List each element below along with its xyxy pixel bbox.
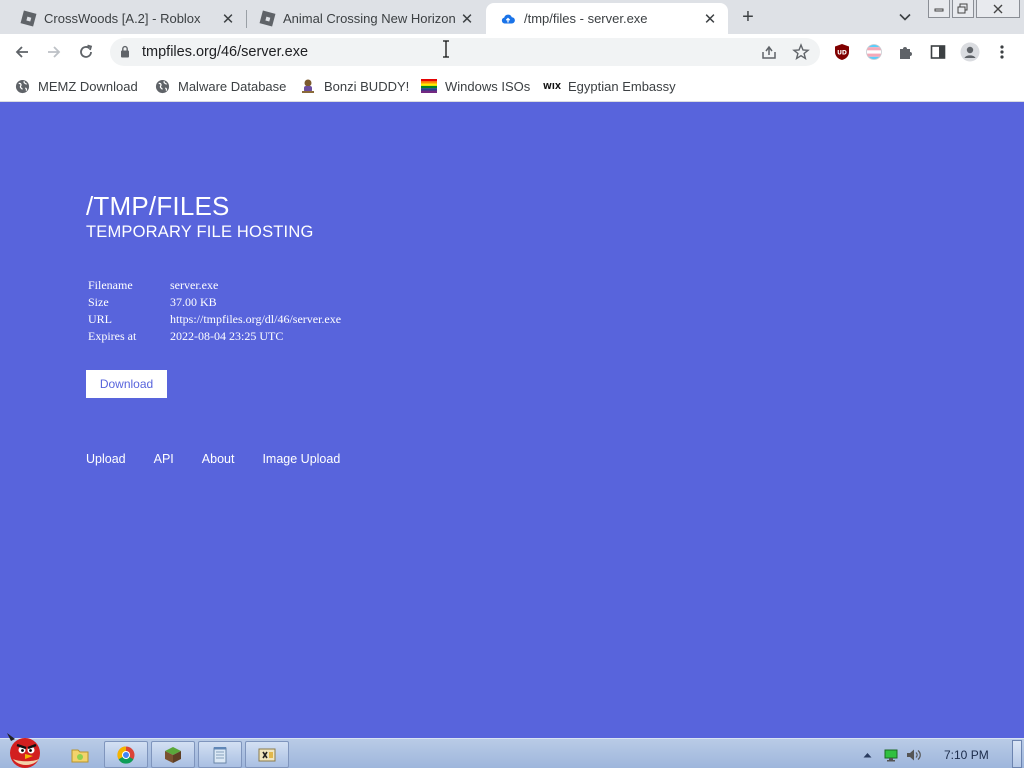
- file-url-link[interactable]: https://tmpfiles.org/dl/46/server.exe: [170, 311, 341, 328]
- grass-block-icon: [165, 746, 181, 763]
- bookmark-label: Bonzi BUDDY!: [324, 78, 410, 94]
- menu-kebab-icon[interactable]: [989, 39, 1015, 65]
- close-icon[interactable]: ✕: [218, 9, 238, 29]
- bookmark-memz-download[interactable]: MEMZ Download: [14, 76, 138, 96]
- tab-tmpfiles[interactable]: /tmp/files - server.exe ✕: [486, 3, 728, 34]
- ublock-icon[interactable]: UD: [829, 39, 855, 65]
- info-value: server.exe: [170, 278, 219, 292]
- tab-strip: CrossWoods [A.2] - Roblox ✕ Animal Cross…: [0, 0, 1024, 34]
- taskbar: 7:10 PM: [0, 733, 1024, 768]
- info-key: Filename: [88, 278, 133, 292]
- start-button-angry-bird-icon[interactable]: [2, 731, 50, 768]
- url-text[interactable]: tmpfiles.org/46/server.exe: [142, 44, 308, 60]
- info-key: URL: [88, 312, 112, 326]
- bonzi-icon: [300, 78, 316, 94]
- download-button[interactable]: Download: [86, 370, 167, 398]
- footer-nav: Upload API About Image Upload: [86, 452, 368, 466]
- info-value: 2022-08-04 23:25 UTC: [170, 329, 284, 343]
- tray-expand-arrow-icon[interactable]: [860, 741, 874, 768]
- wix-icon: WIX: [543, 81, 561, 91]
- rainbow-flag-icon: [421, 78, 437, 94]
- minimize-button[interactable]: [928, 0, 950, 18]
- notepad-icon: [213, 746, 227, 763]
- taskbar-chrome-button[interactable]: [104, 741, 148, 768]
- bookmark-label: Windows ISOs: [445, 78, 531, 94]
- app-window-icon: [258, 748, 276, 761]
- share-icon[interactable]: [760, 43, 778, 66]
- bookmark-windows-isos[interactable]: Windows ISOs: [421, 76, 530, 96]
- globe-icon: [14, 78, 30, 94]
- site-subtitle: TEMPORARY FILE HOSTING: [86, 223, 314, 241]
- info-key: Expires at: [88, 329, 137, 343]
- footer-link-api[interactable]: API: [154, 452, 174, 466]
- restore-button[interactable]: [952, 0, 974, 18]
- folder-icon[interactable]: [68, 741, 92, 768]
- bookmark-label: Egyptian Embassy: [568, 78, 676, 94]
- taskbar-minecraft-button[interactable]: [151, 741, 195, 768]
- tab-title: CrossWoods [A.2] - Roblox: [44, 11, 201, 26]
- file-info-table: Filename server.exe Size 37.00 KB URL ht…: [88, 277, 341, 345]
- back-button[interactable]: [9, 39, 35, 65]
- close-icon[interactable]: ✕: [457, 9, 477, 29]
- taskbar-notepad-button[interactable]: [198, 741, 242, 768]
- globe-icon: [154, 78, 170, 94]
- table-row: URL https://tmpfiles.org/dl/46/server.ex…: [88, 311, 341, 328]
- trans-flag-extension-icon[interactable]: [861, 39, 887, 65]
- network-tray-icon[interactable]: [881, 741, 901, 768]
- table-row: Filename server.exe: [88, 277, 341, 294]
- extensions-puzzle-icon[interactable]: [893, 39, 919, 65]
- chrome-icon: [117, 745, 135, 764]
- footer-link-upload[interactable]: Upload: [86, 452, 126, 466]
- side-panel-icon[interactable]: [925, 39, 951, 65]
- close-window-button[interactable]: [976, 0, 1020, 18]
- taskbar-app-button[interactable]: [245, 741, 289, 768]
- svg-text:UD: UD: [837, 50, 847, 57]
- info-value: 37.00 KB: [170, 295, 217, 309]
- reload-button[interactable]: [73, 39, 99, 65]
- page-content: /TMP/FILES TEMPORARY FILE HOSTING Filena…: [0, 103, 1024, 738]
- profile-avatar-icon[interactable]: [957, 39, 983, 65]
- bookmark-label: MEMZ Download: [38, 78, 138, 94]
- roblox-icon: [259, 10, 275, 27]
- bookmark-bonzi-buddy[interactable]: Bonzi BUDDY!: [300, 76, 409, 96]
- tab-animal-crossing[interactable]: Animal Crossing New Horizon ✕: [239, 3, 485, 34]
- bookmark-malware-database[interactable]: Malware Database: [154, 76, 286, 96]
- lock-icon[interactable]: [120, 45, 130, 63]
- tab-search-chevron-icon[interactable]: [896, 8, 914, 26]
- table-row: Expires at 2022-08-04 23:25 UTC: [88, 328, 341, 345]
- footer-link-about[interactable]: About: [202, 452, 235, 466]
- bookmarks-bar: MEMZ Download Malware Database Bonzi BUD…: [0, 70, 1024, 102]
- forward-button[interactable]: [41, 39, 67, 65]
- tab-title: Animal Crossing New Horizon: [283, 11, 456, 26]
- close-icon[interactable]: ✕: [700, 9, 720, 29]
- bookmark-label: Malware Database: [178, 78, 287, 94]
- tab-title: /tmp/files - server.exe: [524, 11, 648, 26]
- new-tab-button[interactable]: +: [736, 5, 760, 29]
- bookmark-egyptian-embassy[interactable]: WIX Egyptian Embassy: [543, 76, 676, 96]
- show-desktop-button[interactable]: [1012, 740, 1022, 768]
- table-row: Size 37.00 KB: [88, 294, 341, 311]
- footer-link-image-upload[interactable]: Image Upload: [262, 452, 340, 466]
- browser-toolbar: tmpfiles.org/46/server.exe UD: [0, 34, 1024, 70]
- site-title: /TMP/FILES: [86, 191, 230, 221]
- text-cursor-icon: [442, 40, 450, 58]
- cloud-upload-icon: [500, 11, 516, 27]
- roblox-icon: [20, 10, 36, 27]
- taskbar-clock[interactable]: 7:10 PM: [944, 748, 989, 762]
- address-bar[interactable]: tmpfiles.org/46/server.exe: [110, 38, 820, 66]
- info-key: Size: [88, 295, 109, 309]
- bookmark-star-icon[interactable]: [792, 43, 810, 66]
- tab-crosswoods[interactable]: CrossWoods [A.2] - Roblox ✕: [0, 3, 246, 34]
- volume-tray-icon[interactable]: [904, 741, 924, 768]
